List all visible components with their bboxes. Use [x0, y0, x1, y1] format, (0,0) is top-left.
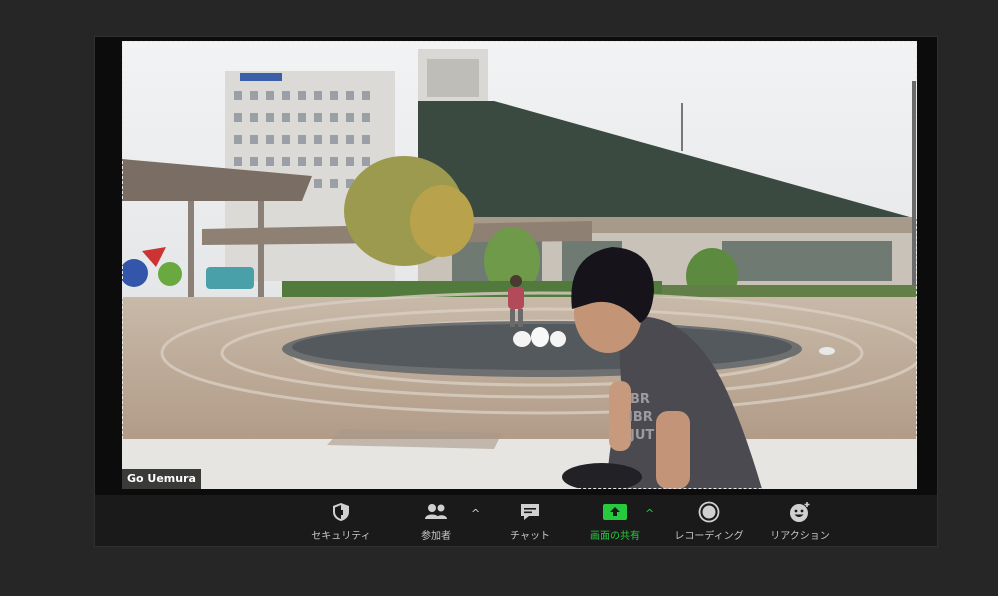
- chat-label: チャット: [510, 531, 550, 542]
- share-screen-icon: [602, 501, 628, 523]
- security-label: セキュリティ: [311, 531, 371, 542]
- participant-video[interactable]: BR IBR JUT: [122, 41, 917, 489]
- video-scene: BR IBR JUT: [122, 41, 917, 489]
- reactions-button[interactable]: リアクション: [763, 501, 837, 543]
- record-icon: [696, 501, 722, 523]
- participants-icon: [423, 501, 449, 523]
- participants-options-caret[interactable]: ^: [471, 507, 480, 520]
- chat-bubble-icon: [517, 501, 543, 523]
- meeting-window: BR IBR JUT Go Uemura セキュリティ 参加者 ^ チャット 画…: [94, 36, 938, 547]
- video-area: BR IBR JUT Go Uemura: [95, 37, 937, 495]
- chat-button[interactable]: チャット: [495, 501, 565, 543]
- record-label: レコーディング: [674, 531, 744, 542]
- share-screen-label: 画面の共有: [590, 531, 640, 542]
- reactions-label: リアクション: [770, 531, 830, 542]
- record-button[interactable]: レコーディング: [665, 501, 753, 543]
- svg-text:JUT: JUT: [629, 428, 654, 443]
- participants-label: 参加者: [421, 531, 451, 542]
- participants-button[interactable]: 参加者: [405, 501, 467, 543]
- security-button[interactable]: セキュリティ: [302, 501, 380, 543]
- share-screen-button[interactable]: 画面の共有: [582, 501, 648, 543]
- share-options-caret[interactable]: ^: [645, 507, 654, 520]
- svg-text:BR: BR: [630, 392, 650, 407]
- shield-icon: [328, 501, 354, 523]
- participant-name-tag: Go Uemura: [122, 469, 201, 489]
- svg-text:IBR: IBR: [628, 410, 653, 425]
- meeting-toolbar: セキュリティ 参加者 ^ チャット 画面の共有 ^ レコーディング リアクション: [95, 495, 937, 546]
- emoji-icon: [787, 501, 813, 523]
